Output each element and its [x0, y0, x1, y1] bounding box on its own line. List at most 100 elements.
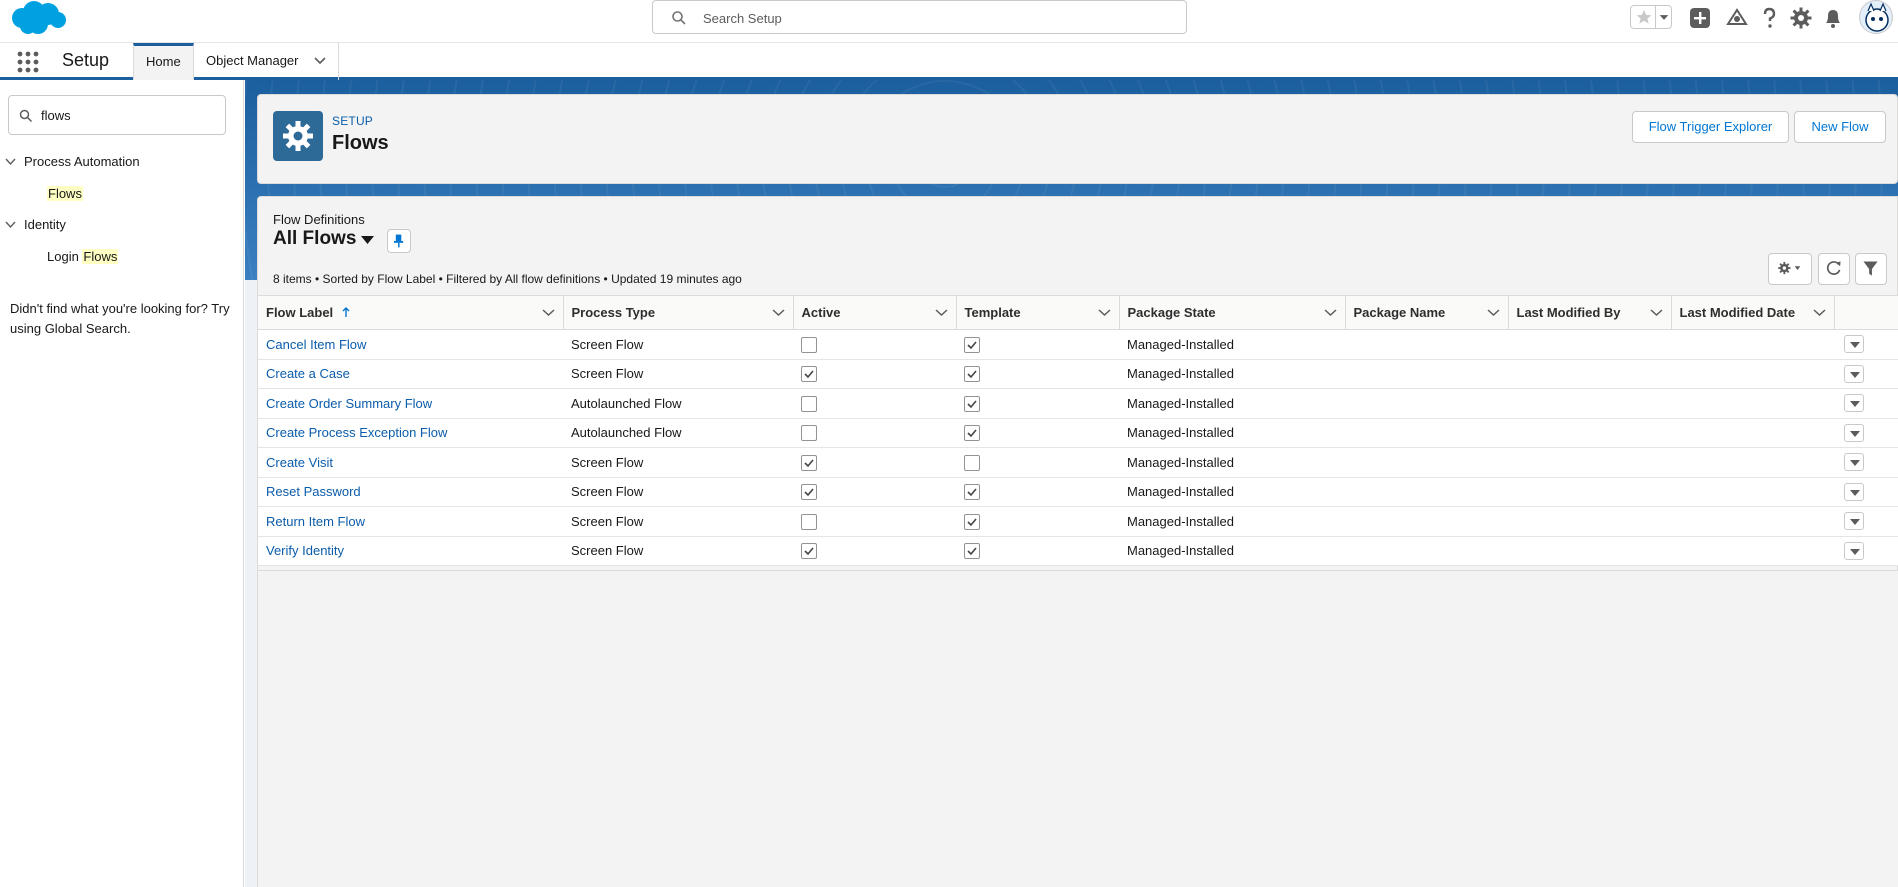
- tree-item-flows[interactable]: Flows: [47, 184, 83, 204]
- column-header-package-name[interactable]: Package Name: [1345, 295, 1509, 330]
- chevron-down-icon[interactable]: [5, 157, 16, 167]
- search-match-highlight: Flows: [47, 186, 83, 201]
- cell-active: [793, 447, 956, 478]
- refresh-button[interactable]: [1818, 253, 1850, 285]
- setup-gear-icon[interactable]: [1789, 6, 1813, 30]
- cell-last-modified-date: [1671, 329, 1834, 360]
- row-actions-button[interactable]: [1844, 423, 1864, 442]
- cell-process-type: Screen Flow: [563, 447, 793, 478]
- chevron-down-icon[interactable]: [1097, 307, 1111, 318]
- chevron-down-icon[interactable]: [541, 307, 555, 318]
- cell-active: [793, 329, 956, 360]
- sort-ascending-icon[interactable]: [341, 306, 351, 318]
- cell-active: [793, 536, 956, 566]
- active-checkbox: [801, 513, 817, 530]
- row-actions-button[interactable]: [1844, 541, 1864, 560]
- flow-link[interactable]: Cancel Item Flow: [266, 337, 366, 352]
- row-actions-button[interactable]: [1844, 453, 1864, 472]
- column-header-label: Template: [964, 305, 1021, 320]
- list-view-info: 8 items • Sorted by Flow Label • Filtere…: [273, 272, 742, 286]
- chevron-down-icon[interactable]: [1323, 307, 1337, 318]
- flow-link[interactable]: Verify Identity: [266, 543, 344, 558]
- column-header-label: Last Modified By: [1516, 305, 1621, 320]
- favorites-group: [1630, 5, 1672, 29]
- flow-link[interactable]: Return Item Flow: [266, 514, 365, 529]
- new-flow-button[interactable]: New Flow: [1794, 111, 1886, 143]
- cell-last-modified-date: [1671, 477, 1834, 507]
- list-view-card: Flow Definitions All Flows 8 items • Sor…: [257, 196, 1898, 887]
- flow-link[interactable]: Create Process Exception Flow: [266, 425, 447, 440]
- tab-home[interactable]: Home: [133, 43, 194, 80]
- tab-object-manager[interactable]: Object Manager: [194, 43, 339, 80]
- quick-find-input[interactable]: [41, 106, 211, 124]
- row-actions-button[interactable]: [1844, 364, 1864, 383]
- cell-process-type: Screen Flow: [563, 359, 793, 389]
- chevron-down-icon[interactable]: [771, 307, 785, 318]
- tree-node-label: Process Automation: [24, 154, 140, 169]
- template-checkbox: [964, 543, 980, 560]
- row-actions-button[interactable]: [1844, 482, 1864, 501]
- cell-template: [956, 536, 1119, 566]
- column-header-active[interactable]: Active: [793, 295, 957, 330]
- table-empty-area: [258, 570, 1898, 887]
- pin-list-view-button[interactable]: [387, 229, 411, 253]
- column-header-template[interactable]: Template: [956, 295, 1120, 330]
- chevron-down-icon[interactable]: [1812, 307, 1826, 318]
- refresh-icon: [1826, 261, 1841, 275]
- cell-active: [793, 388, 956, 419]
- trailhead-icon[interactable]: [1725, 6, 1749, 30]
- global-search-box[interactable]: [652, 0, 1187, 34]
- column-header-label: Process Type: [571, 305, 656, 320]
- notifications-bell-icon[interactable]: [1821, 6, 1845, 30]
- app-launcher-icon[interactable]: [16, 51, 40, 73]
- cell-active: [793, 359, 956, 389]
- global-search-input[interactable]: [703, 8, 1163, 28]
- cell-active: [793, 477, 956, 507]
- main-content: SETUP Flows Flow Trigger Explorer New Fl…: [245, 80, 1898, 887]
- global-header: [0, 0, 1898, 43]
- cell-package-name: [1345, 418, 1508, 448]
- table-row: Create Visit Screen Flow Managed-Installed: [258, 447, 1898, 478]
- search-match-highlight: Flows: [82, 249, 119, 264]
- cell-flow-label: Create a Case: [258, 359, 563, 389]
- list-view-picker[interactable]: All Flows: [273, 228, 356, 250]
- row-actions-button[interactable]: [1844, 335, 1864, 354]
- search-icon: [672, 11, 686, 25]
- flow-link[interactable]: Create Order Summary Flow: [266, 396, 432, 411]
- row-actions-button[interactable]: [1844, 394, 1864, 413]
- caret-down-icon: [1850, 460, 1860, 467]
- pin-icon: [393, 234, 404, 248]
- row-actions-button[interactable]: [1844, 512, 1864, 531]
- cell-package-state: Managed-Installed: [1119, 447, 1345, 478]
- page-breadcrumb[interactable]: SETUP: [332, 114, 373, 128]
- favorites-star-icon[interactable]: [1634, 8, 1654, 26]
- cell-process-type: Screen Flow: [563, 329, 793, 360]
- help-icon[interactable]: [1757, 6, 1781, 30]
- salesforce-logo[interactable]: [8, 0, 68, 38]
- caret-down-icon[interactable]: [360, 234, 375, 246]
- flow-link[interactable]: Reset Password: [266, 484, 361, 499]
- global-create-icon[interactable]: [1688, 6, 1712, 30]
- favorites-menu-icon[interactable]: [1655, 6, 1672, 28]
- chevron-down-icon[interactable]: [314, 56, 326, 66]
- flow-trigger-explorer-button[interactable]: Flow Trigger Explorer: [1632, 111, 1789, 143]
- user-avatar[interactable]: [1859, 0, 1893, 34]
- chevron-down-icon[interactable]: [1649, 307, 1663, 318]
- tab-object-manager-label: Object Manager: [206, 53, 299, 68]
- column-header-package-state[interactable]: Package State: [1119, 295, 1346, 330]
- flow-link[interactable]: Create Visit: [266, 455, 333, 470]
- column-header-flow-label[interactable]: Flow Label: [258, 295, 564, 330]
- chevron-down-icon[interactable]: [1486, 307, 1500, 318]
- template-checkbox: [964, 425, 980, 442]
- flow-link[interactable]: Create a Case: [266, 366, 350, 381]
- cell-package-name: [1345, 536, 1508, 566]
- list-view-controls-button[interactable]: [1768, 253, 1812, 285]
- filter-button[interactable]: [1855, 253, 1887, 285]
- quick-find-box[interactable]: [8, 95, 226, 135]
- column-header-last-modified-date[interactable]: Last Modified Date: [1671, 295, 1835, 330]
- chevron-down-icon[interactable]: [934, 307, 948, 318]
- column-header-last-modified-by[interactable]: Last Modified By: [1508, 295, 1672, 330]
- column-header-process-type[interactable]: Process Type: [563, 295, 794, 330]
- chevron-down-icon[interactable]: [5, 220, 16, 230]
- tree-item-login-flows[interactable]: Login Flows: [47, 247, 119, 267]
